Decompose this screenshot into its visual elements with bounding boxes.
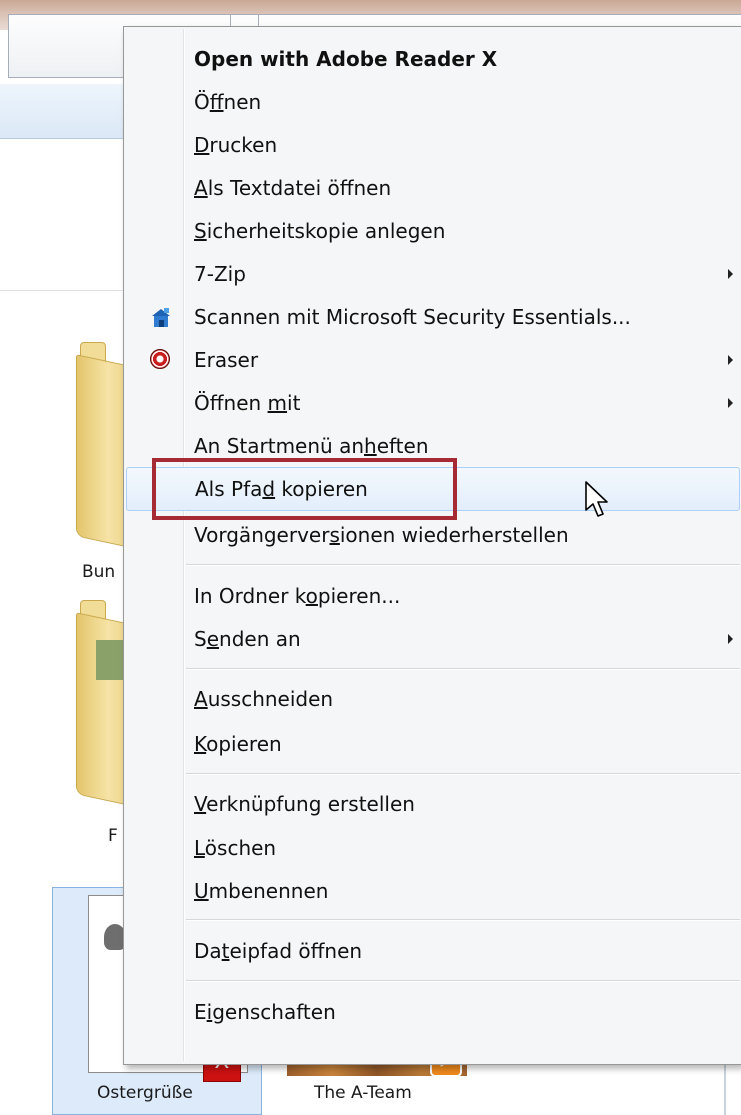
mouse-cursor-icon <box>585 481 608 517</box>
microsoft-security-essentials-icon <box>152 308 170 327</box>
pane-divider <box>0 290 130 291</box>
menu-separator <box>186 564 740 566</box>
menu-item-7-zip[interactable]: 7-Zip <box>126 252 740 296</box>
menu-item-label: Dateipfad öffnen <box>194 939 363 963</box>
menu-item-label: An Startmenü anheften <box>194 434 429 458</box>
submenu-arrow-icon <box>728 398 733 408</box>
menu-item-loeschen[interactable]: Löschen <box>126 826 740 870</box>
menu-item-label: 7-Zip <box>194 262 246 286</box>
context-menu: Open with Adobe Reader X Öffnen Drucken … <box>123 26 741 1065</box>
menu-item-label: Umbenennen <box>194 879 329 903</box>
menu-item-label: Löschen <box>194 836 277 860</box>
submenu-arrow-icon <box>728 355 733 365</box>
menu-item-in-ordner-kopieren[interactable]: In Ordner kopieren... <box>126 574 740 618</box>
menu-item-sicherheitskopie-anlegen[interactable]: Sicherheitskopie anlegen <box>126 209 740 253</box>
folder-icon[interactable] <box>76 354 130 548</box>
submenu-arrow-icon <box>728 269 733 279</box>
eraser-icon <box>150 349 170 369</box>
menu-item-label: Senden an <box>194 627 301 651</box>
menu-item-open-with-adobe-reader[interactable]: Open with Adobe Reader X <box>126 37 740 81</box>
menu-item-label: Ausschneiden <box>194 687 334 711</box>
menu-item-ausschneiden[interactable]: Ausschneiden <box>126 677 740 721</box>
file-label-ostergruesse[interactable]: Ostergrüße <box>97 1083 193 1103</box>
menu-item-label: Eraser <box>194 348 259 372</box>
menu-item-scan-security-essentials[interactable]: Scannen mit Microsoft Security Essential… <box>126 295 740 339</box>
menu-item-label: Kopieren <box>194 732 282 756</box>
menu-item-eraser[interactable]: Eraser <box>126 338 740 382</box>
menu-separator <box>186 668 740 670</box>
folder-label-fotos[interactable]: F <box>108 826 118 846</box>
file-label-a-team[interactable]: The A-Team <box>314 1083 412 1103</box>
menu-item-label: Als Textdatei öffnen <box>194 176 392 200</box>
menu-item-dateipfad-oeffnen[interactable]: Dateipfad öffnen <box>126 929 740 973</box>
annotation-highlight-box <box>152 458 457 520</box>
menu-separator <box>186 980 740 982</box>
menu-item-drucken[interactable]: Drucken <box>126 123 740 167</box>
folder-label-bunte[interactable]: Bun <box>82 562 115 582</box>
menu-item-label: Öffnen <box>194 90 262 114</box>
menu-item-label: Eigenschaften <box>194 1000 336 1024</box>
menu-item-als-textdatei-oeffnen[interactable]: Als Textdatei öffnen <box>126 166 740 210</box>
folder-preview-photo <box>96 640 126 680</box>
menu-item-label: Drucken <box>194 133 278 157</box>
menu-separator <box>186 773 740 775</box>
menu-item-umbenennen[interactable]: Umbenennen <box>126 869 740 913</box>
menu-item-label: Öffnen mit <box>194 391 301 415</box>
menu-item-label: Open with Adobe Reader X <box>194 47 498 71</box>
menu-item-label: Vorgängerversionen wiederherstellen <box>194 523 569 547</box>
menu-item-oeffnen-mit[interactable]: Öffnen mit <box>126 381 740 425</box>
menu-item-label: In Ordner kopieren... <box>194 584 401 608</box>
menu-item-verknuepfung-erstellen[interactable]: Verknüpfung erstellen <box>126 782 740 826</box>
menu-item-oeffnen[interactable]: Öffnen <box>126 80 740 124</box>
menu-item-label: Verknüpfung erstellen <box>194 792 415 816</box>
submenu-arrow-icon <box>728 634 733 644</box>
menu-separator <box>186 919 740 921</box>
menu-item-kopieren[interactable]: Kopieren <box>126 722 740 766</box>
menu-item-eigenschaften[interactable]: Eigenschaften <box>126 990 740 1034</box>
menu-item-label: Scannen mit Microsoft Security Essential… <box>194 305 631 329</box>
menu-item-senden-an[interactable]: Senden an <box>126 617 740 661</box>
menu-item-label: Sicherheitskopie anlegen <box>194 219 446 243</box>
